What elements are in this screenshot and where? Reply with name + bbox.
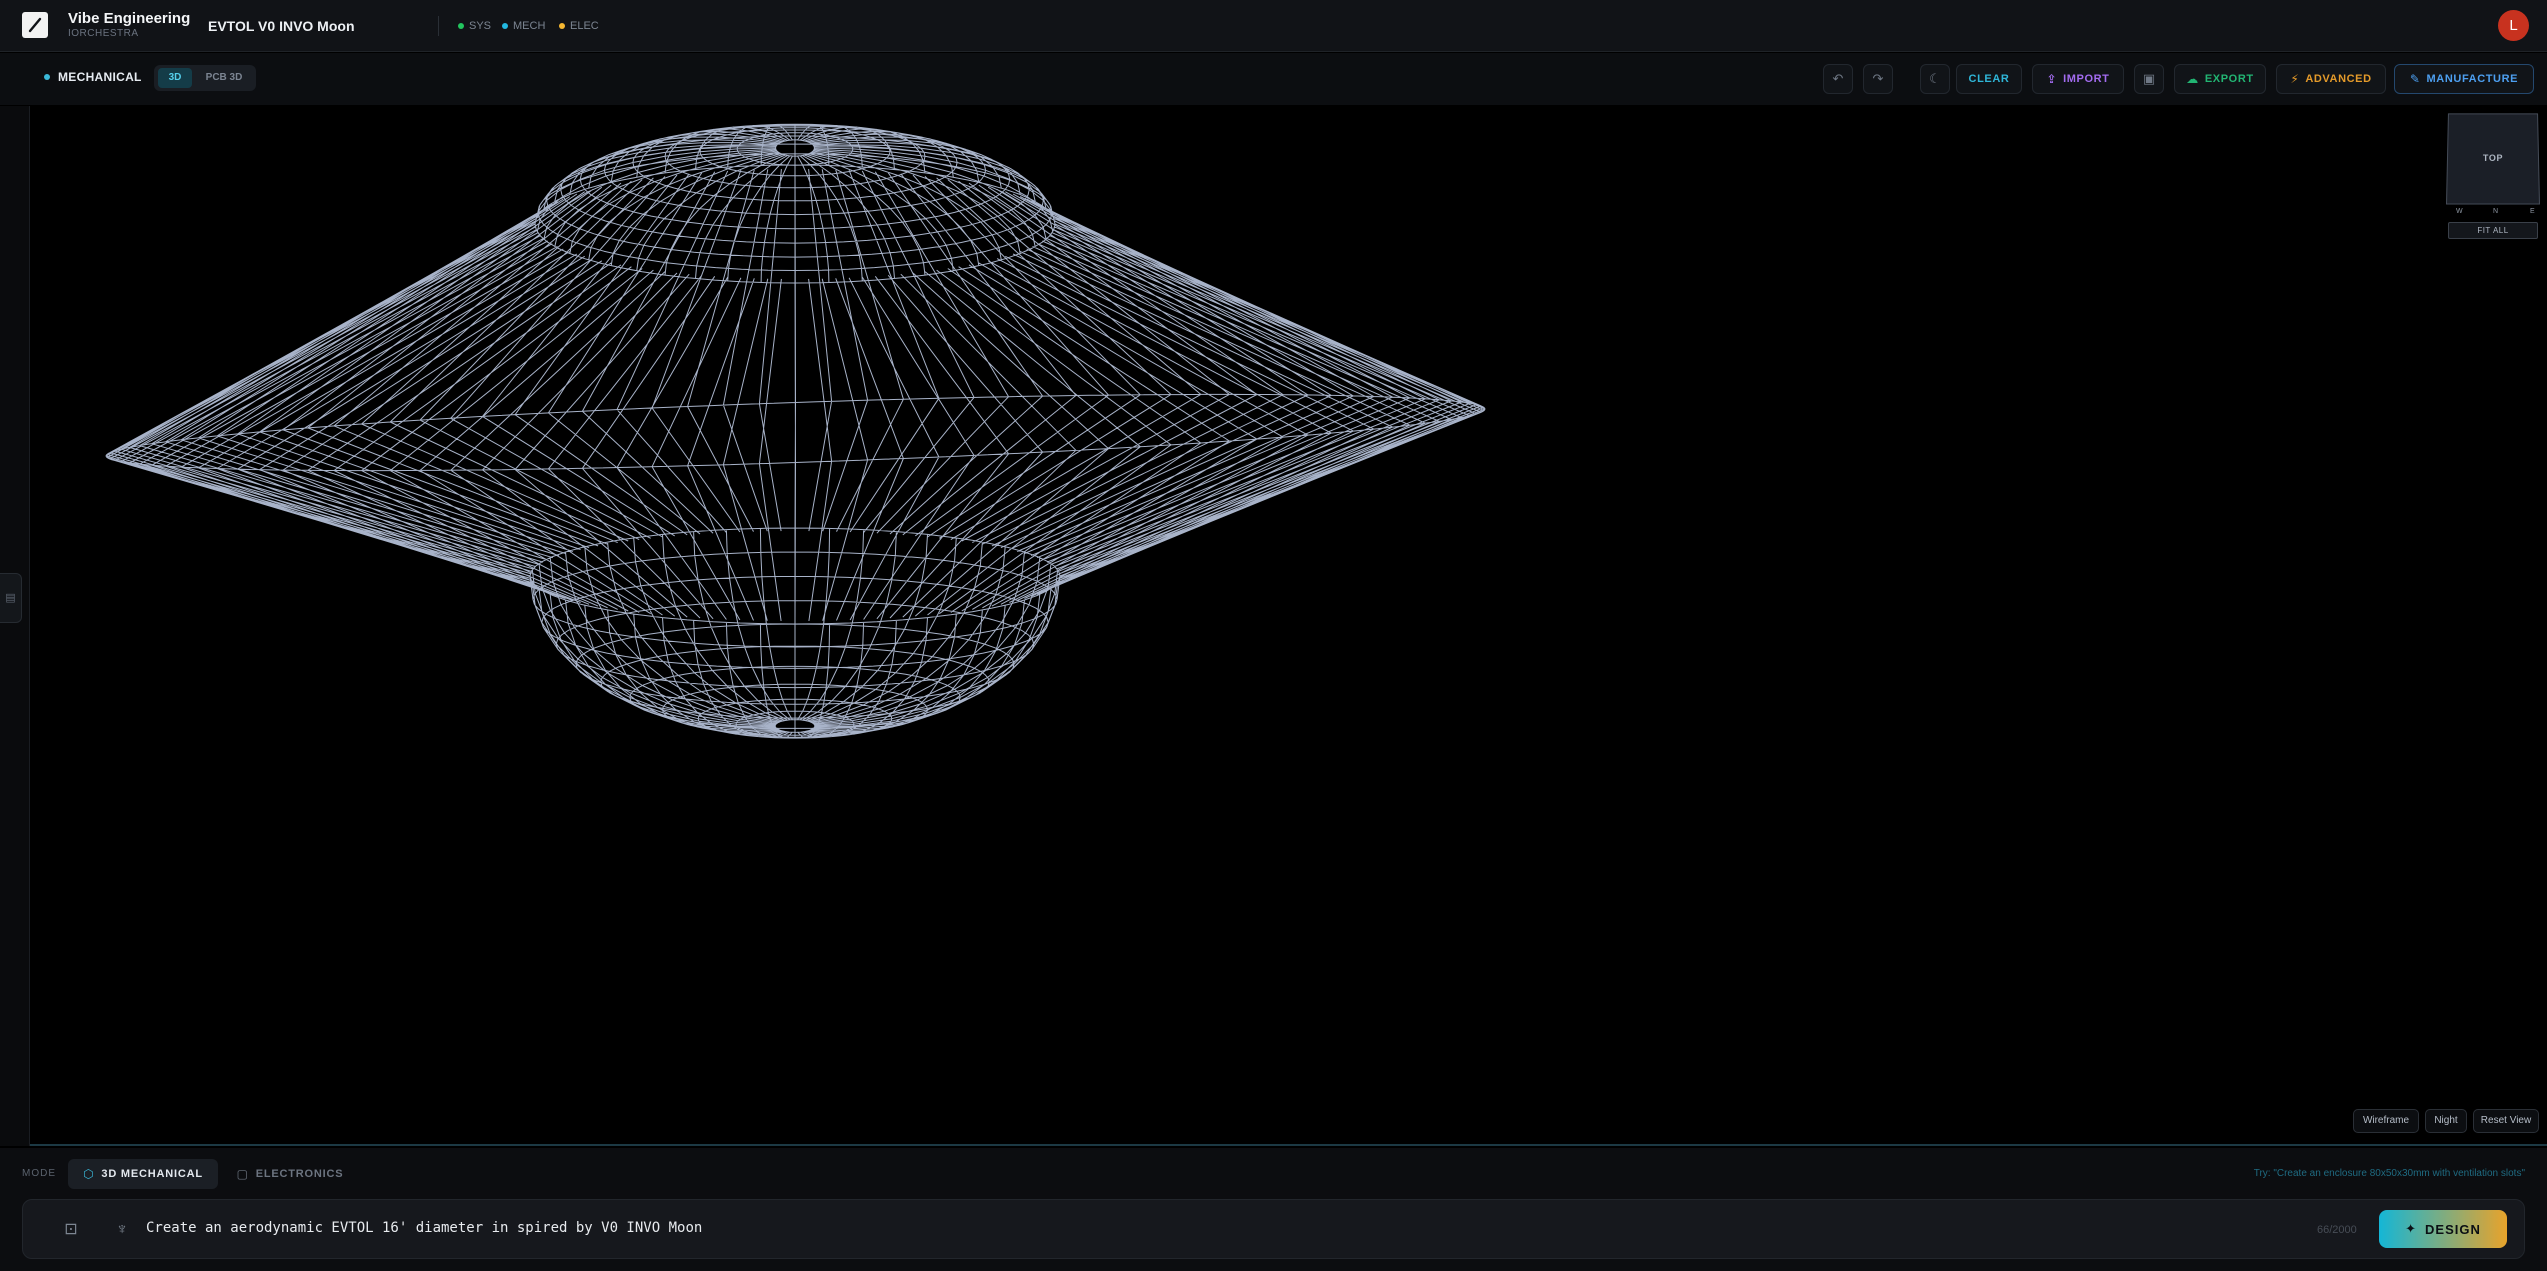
- manufacture-button[interactable]: ✎ MANUFACTURE: [2394, 64, 2534, 94]
- redo-icon: ↷: [1872, 71, 1884, 86]
- compass-north: N: [2493, 208, 2499, 215]
- status-mech: MECH: [502, 20, 545, 32]
- bolt-icon: ⚡: [2290, 72, 2300, 86]
- moon-icon: ☾: [1929, 71, 1941, 86]
- redo-button[interactable]: ↷: [1863, 64, 1893, 94]
- user-avatar[interactable]: L: [2498, 10, 2529, 41]
- view-toggle: 3D PCB 3D: [154, 65, 256, 91]
- header-divider: [438, 16, 439, 36]
- brand-name: Vibe Engineering: [68, 10, 191, 27]
- microphone-button[interactable]: ♆: [110, 1218, 134, 1242]
- night-button[interactable]: Night: [2425, 1109, 2467, 1133]
- workspace-toolbar: MECHANICAL 3D PCB 3D ↶ ↷ ☾ CLEAR ⇪ IMPOR…: [0, 53, 2547, 105]
- advanced-button[interactable]: ⚡ ADVANCED: [2276, 64, 2386, 94]
- 3d-viewport[interactable]: [30, 106, 2547, 1146]
- image-upload-button[interactable]: ⊡: [59, 1218, 83, 1242]
- upload-icon: ⇪: [2046, 72, 2058, 86]
- manufacture-label: MANUFACTURE: [2426, 73, 2519, 85]
- prompt-input[interactable]: Create an aerodynamic EVTOL 16' diameter…: [146, 1220, 702, 1236]
- view-pcb3d-button[interactable]: PCB 3D: [196, 68, 252, 88]
- compass-west: W: [2456, 208, 2463, 215]
- chip-icon: ▢: [236, 1167, 249, 1181]
- tab-label: 3D MECHANICAL: [101, 1168, 203, 1180]
- logo-slash-icon: [28, 17, 42, 33]
- reset-view-button[interactable]: Reset View: [2473, 1109, 2539, 1133]
- tab-electronics[interactable]: ▢ ELECTRONICS: [232, 1159, 348, 1189]
- wrench-icon: ✎: [2409, 72, 2421, 86]
- project-title[interactable]: EVTOL V0 INVO Moon: [208, 18, 355, 34]
- sparkle-icon: ✦: [2405, 1221, 2418, 1236]
- status-label: ELEC: [570, 20, 599, 32]
- mechanical-mode-indicator: MECHANICAL: [44, 70, 142, 84]
- status-sys: SYS: [458, 20, 491, 32]
- export-label: EXPORT: [2204, 73, 2254, 85]
- mode-label: MECHANICAL: [58, 70, 142, 84]
- mode-label: MODE: [22, 1168, 56, 1179]
- image-icon: ⊡: [64, 1221, 78, 1238]
- import-button[interactable]: ⇪ IMPORT: [2032, 64, 2124, 94]
- wireframe-model[interactable]: [30, 106, 2547, 1146]
- status-label: MECH: [513, 20, 546, 32]
- prompt-bar: ⊡ ♆ Create an aerodynamic EVTOL 16' diam…: [22, 1199, 2525, 1259]
- tab-3d-mechanical[interactable]: ⬡ 3D MECHANICAL: [68, 1159, 218, 1189]
- import-label: IMPORT: [2063, 73, 2110, 85]
- cloud-icon: ☁: [2186, 72, 2199, 86]
- fit-all-button[interactable]: FIT ALL: [2448, 222, 2538, 239]
- status-dot-icon: [502, 23, 508, 29]
- view-cube[interactable]: TOP: [2445, 113, 2541, 205]
- undo-icon: ↶: [1832, 71, 1844, 86]
- status-label: SYS: [469, 20, 492, 32]
- top-header: Vibe Engineering IORCHESTRA EVTOL V0 INV…: [0, 0, 2547, 52]
- app-logo[interactable]: [22, 12, 48, 38]
- character-count: 66/2000: [2317, 1224, 2357, 1236]
- compass-east: E: [2530, 208, 2535, 215]
- view-3d-button[interactable]: 3D: [158, 68, 192, 88]
- microphone-icon: ♆: [116, 1221, 128, 1238]
- sidebar-icon: ▤: [5, 592, 16, 604]
- left-side-rail: [0, 106, 30, 1146]
- status-dot-icon: [458, 23, 464, 29]
- clear-label: CLEAR: [1968, 73, 2010, 85]
- brand-subtitle: IORCHESTRA: [68, 28, 139, 39]
- sidebar-expand-handle[interactable]: ▤: [0, 573, 22, 623]
- design-button[interactable]: ✦ DESIGN: [2379, 1210, 2507, 1248]
- export-button[interactable]: ☁ EXPORT: [2174, 64, 2266, 94]
- clear-button[interactable]: CLEAR: [1956, 64, 2022, 94]
- panel-icon: ▣: [2142, 71, 2156, 86]
- theme-toggle-button[interactable]: ☾: [1920, 64, 1950, 94]
- tab-label: ELECTRONICS: [255, 1168, 344, 1180]
- status-dot-icon: [559, 23, 565, 29]
- mode-dot-icon: [44, 74, 50, 80]
- undo-button[interactable]: ↶: [1823, 64, 1853, 94]
- status-elec: ELEC: [559, 20, 599, 32]
- panel-toggle-button[interactable]: ▣: [2134, 64, 2164, 94]
- cube-icon: ⬡: [83, 1167, 95, 1181]
- wireframe-button[interactable]: Wireframe: [2353, 1109, 2419, 1133]
- wireframe-edges: [105, 123, 1486, 739]
- prompt-hint: Try: "Create an enclosure 80x50x30mm wit…: [2253, 1168, 2525, 1179]
- advanced-label: ADVANCED: [2305, 73, 2372, 85]
- design-label: DESIGN: [2425, 1221, 2481, 1237]
